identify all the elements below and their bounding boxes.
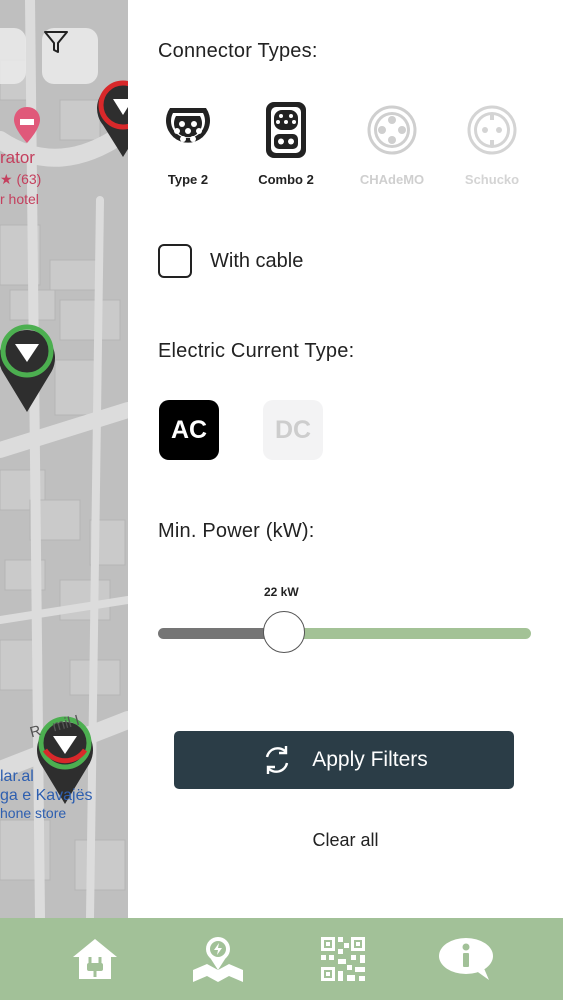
nav-info[interactable]	[436, 932, 496, 986]
schuko-connector-icon	[467, 105, 517, 155]
filter-icon	[44, 31, 68, 53]
current-ac-button[interactable]: AC	[159, 400, 219, 460]
current-dc-button[interactable]: DC	[263, 400, 323, 460]
connector-combo2[interactable]: Combo 2	[241, 100, 331, 187]
min-power-title: Min. Power (kW):	[158, 520, 315, 542]
poi-rating: ★ (63)	[0, 171, 42, 187]
map-view[interactable]: rator ★ (63) r hotel R mil I lar.al ga e…	[0, 0, 128, 918]
apply-filters-button[interactable]: Apply Filters	[174, 731, 514, 789]
connector-label: CHAdeMO	[359, 172, 425, 187]
connector-label: Type 2	[167, 172, 209, 187]
connector-label: Schucko	[464, 172, 520, 187]
poi-category: r hotel	[0, 191, 39, 207]
poi-name: rator	[0, 148, 35, 167]
bottom-navigation	[0, 918, 563, 1000]
apply-filters-label: Apply Filters	[312, 748, 428, 771]
hotel-poi-icon	[14, 107, 40, 143]
combo2-connector-icon	[266, 102, 306, 158]
store-subtitle: ga e Kavajës	[0, 787, 93, 804]
info-chat-icon	[439, 938, 493, 980]
store-category: hone store	[0, 805, 67, 821]
nav-qr[interactable]	[313, 932, 373, 986]
connector-label: Combo 2	[258, 172, 314, 187]
map-search-button[interactable]	[0, 28, 26, 84]
connector-types-title: Connector Types:	[158, 40, 318, 62]
store-name: lar.al	[0, 768, 34, 785]
with-cable-label[interactable]: With cable	[210, 250, 303, 273]
charging-station-marker[interactable]	[93, 75, 128, 160]
power-slider-track[interactable]	[286, 628, 531, 639]
current-type-title: Electric Current Type:	[158, 340, 355, 362]
connector-chademo[interactable]: CHAdeMO	[347, 100, 437, 187]
filter-panel: Connector Types: Type 2 Combo 2 CHAdeMO …	[128, 0, 563, 918]
qr-code-icon	[321, 937, 365, 981]
with-cable-checkbox[interactable]	[158, 244, 192, 278]
map-filter-button[interactable]	[42, 28, 98, 84]
chademo-connector-icon	[367, 105, 417, 155]
power-slider-thumb[interactable]	[263, 611, 305, 653]
charging-station-marker[interactable]	[0, 318, 59, 414]
connector-type2[interactable]: Type 2	[143, 100, 233, 187]
refresh-icon	[266, 746, 289, 774]
map-location-icon	[193, 937, 243, 982]
power-value-label: 22 kW	[264, 585, 299, 599]
clear-all-link[interactable]: Clear all	[128, 830, 563, 851]
home-charger-icon	[73, 939, 117, 979]
connector-schuko[interactable]: Schucko	[447, 100, 537, 187]
nav-home[interactable]	[65, 932, 125, 986]
type2-connector-icon	[166, 108, 210, 143]
nav-map[interactable]	[188, 932, 248, 986]
